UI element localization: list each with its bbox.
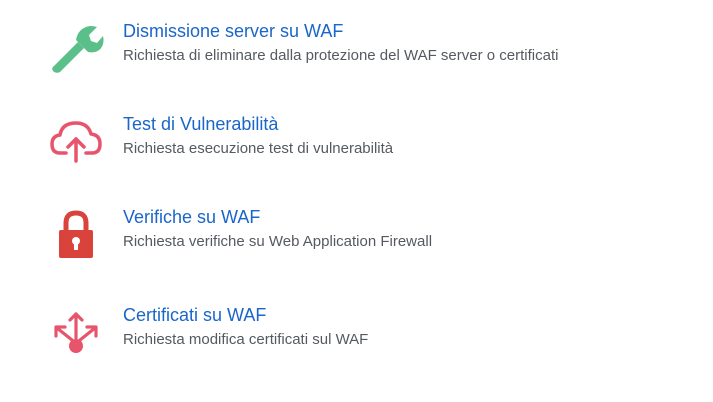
list-item-dismissione-server[interactable]: Dismissione server su WAF Richiesta di e…	[0, 16, 713, 80]
item-title[interactable]: Test di Vulnerabilità	[123, 113, 278, 135]
list-item-certificati-waf[interactable]: Certificati su WAF Richiesta modifica ce…	[0, 300, 713, 364]
item-title[interactable]: Dismissione server su WAF	[123, 20, 343, 42]
list-item-verifiche-waf[interactable]: Verifiche su WAF Richiesta verifiche su …	[0, 202, 713, 266]
list-item-test-vulnerabilita[interactable]: Test di Vulnerabilità Richiesta esecuzio…	[0, 109, 713, 173]
item-description: Richiesta esecuzione test di vulnerabili…	[123, 140, 394, 157]
item-description: Richiesta di eliminare dalla protezione …	[123, 47, 559, 64]
item-title[interactable]: Certificati su WAF	[123, 304, 266, 326]
item-title[interactable]: Verifiche su WAF	[123, 206, 260, 228]
cloud-upload-icon	[46, 113, 106, 169]
share-nodes-icon	[46, 304, 106, 360]
item-description: Richiesta modifica certificati sul WAF	[123, 331, 369, 348]
wrench-icon	[46, 20, 106, 76]
item-description: Richiesta verifiche su Web Application F…	[123, 233, 433, 250]
lock-icon	[46, 206, 106, 262]
service-request-list: Dismissione server su WAF Richiesta di e…	[0, 0, 713, 402]
